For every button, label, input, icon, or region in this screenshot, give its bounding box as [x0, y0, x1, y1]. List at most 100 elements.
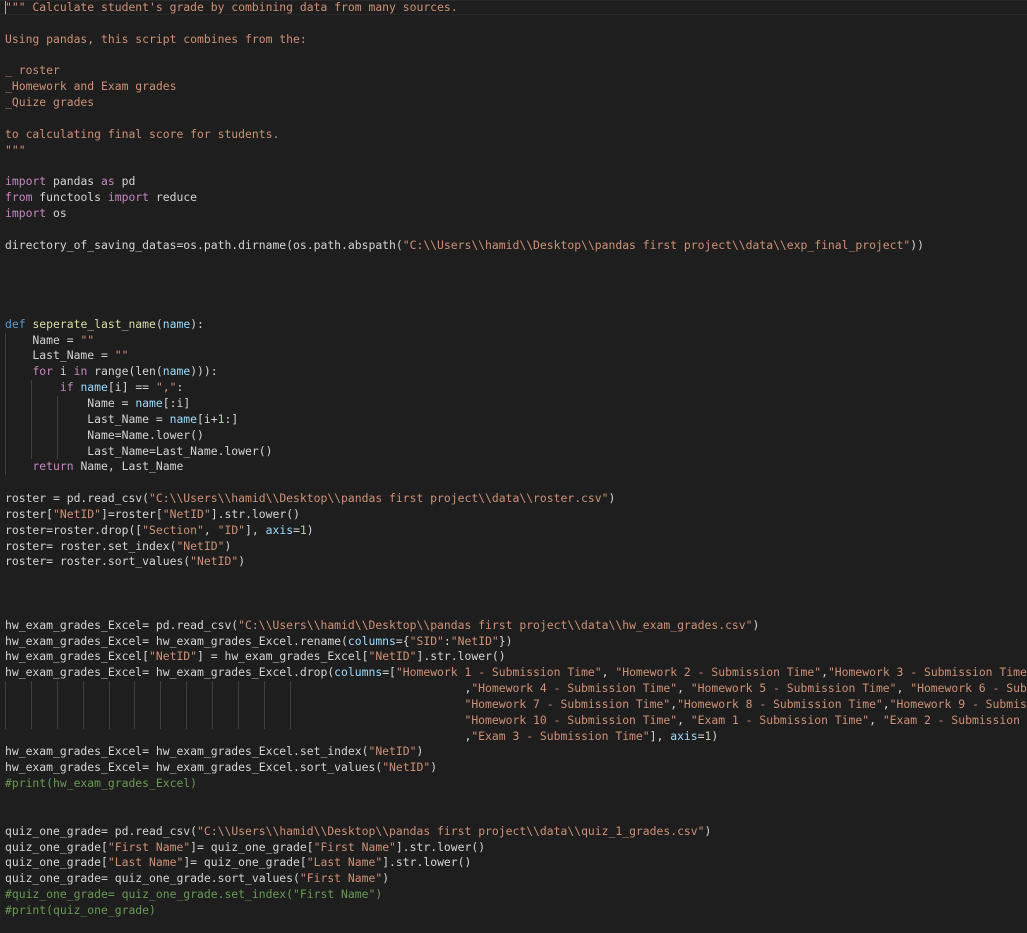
code-token: _ roster — [5, 63, 60, 78]
code-line[interactable]: roster=roster.drop(["Section", "ID"], ax… — [5, 523, 314, 539]
code-line[interactable]: "Homework 7 - Submission Time","Homework… — [5, 697, 1027, 713]
code-line[interactable]: quiz_one_grade= pd.read_csv("C:\\Users\\… — [5, 824, 711, 840]
code-line[interactable]: return Name, Last_Name — [5, 459, 183, 475]
code-line[interactable]: """ Calculate student's grade by combini… — [5, 0, 458, 16]
code-token: pandas — [46, 174, 102, 189]
code-line[interactable]: roster = pd.read_csv("C:\\Users\\hamid\\… — [5, 491, 615, 507]
code-token: ) — [306, 522, 314, 537]
code-token: "ID" — [217, 522, 246, 537]
code-token: "NetID" — [190, 554, 239, 569]
code-token: hw_exam_grades_Excel[ — [5, 649, 150, 664]
code-line[interactable]: Name = "" — [5, 333, 94, 349]
code-token: "Homework 10 - Submission Time" — [464, 712, 678, 727]
code-token: ={ — [395, 633, 410, 648]
code-line[interactable]: from functools import reduce — [5, 190, 197, 206]
code-token: roster= roster.sort_values( — [5, 554, 191, 569]
code-line[interactable]: _Homework and Exam grades — [5, 79, 176, 95]
code-token: ]= quiz_one_grade[ — [183, 855, 307, 870]
code-line[interactable]: hw_exam_grades_Excel= pd.read_csv("C:\\U… — [5, 618, 759, 634]
code-token: to calculating final score for students. — [5, 126, 280, 141]
code-token: seperate_last_name — [32, 316, 156, 331]
code-token: , — [821, 665, 828, 680]
code-token: "NetID" — [162, 506, 211, 521]
code-token: Name = — [5, 396, 136, 410]
code-line[interactable]: hw_exam_grades_Excel= hw_exam_grades_Exc… — [5, 665, 1027, 681]
code-line[interactable]: hw_exam_grades_Excel["NetID"] = hw_exam_… — [5, 649, 506, 665]
code-token: ]=roster[ — [101, 506, 163, 521]
code-token: i — [53, 364, 74, 379]
code-token: "Homework 9 - Submission Time" — [889, 696, 1027, 711]
code-token: for — [32, 364, 54, 379]
code-token: os — [46, 205, 67, 220]
code-line[interactable]: Last_Name=Last_Name.lower() — [5, 444, 272, 460]
code-line[interactable]: "Homework 10 - Submission Time", "Exam 1… — [5, 713, 1027, 729]
code-line[interactable]: quiz_one_grade["First Name"]= quiz_one_g… — [5, 840, 485, 856]
code-token: , — [203, 522, 218, 537]
code-line[interactable]: import pandas as pd — [5, 174, 135, 190]
code-token: ) — [608, 491, 616, 506]
code-line[interactable]: to calculating final score for students. — [5, 127, 279, 143]
code-token: axis — [265, 522, 294, 537]
code-token: : — [176, 380, 184, 395]
code-token: ) — [224, 538, 232, 553]
code-token: name — [162, 364, 191, 379]
code-line[interactable]: if name[i] == ",": — [5, 380, 183, 396]
code-token: import — [107, 190, 150, 205]
code-token: "NetID" — [382, 760, 431, 775]
code-token: roster = pd.read_csv( — [5, 491, 150, 506]
code-token: hw_exam_grades_Excel= hw_exam_grades_Exc… — [5, 760, 383, 775]
code-line[interactable]: roster= roster.sort_values("NetID") — [5, 554, 245, 570]
code-token: ].str.lower() — [416, 649, 506, 664]
code-token: ].str.lower() — [210, 506, 300, 521]
code-token: ))): — [190, 364, 218, 379]
code-line[interactable]: for i in range(len(name))): — [5, 364, 218, 380]
code-token: "Homework 7 - Submission Time" — [464, 696, 671, 711]
code-line[interactable]: Name = name[:i] — [5, 396, 190, 412]
code-line[interactable]: _Quize grades — [5, 95, 94, 111]
code-token: """ Calculate student's grade by combini… — [5, 0, 458, 14]
code-line[interactable]: directory_of_saving_datas=os.path.dirnam… — [5, 238, 924, 254]
code-line[interactable]: def seperate_last_name(name): — [5, 317, 204, 333]
code-token: Last_Name = — [5, 411, 170, 426]
code-line[interactable]: """ — [5, 143, 26, 159]
code-line[interactable]: ,"Homework 4 - Submission Time", "Homewo… — [5, 681, 1027, 697]
code-token: "First Name" — [107, 839, 191, 854]
code-token: "Homework 5 - Submission Time" — [690, 681, 897, 696]
code-line[interactable]: #print(quiz_one_grade) — [5, 903, 156, 919]
code-line[interactable]: ,"Exam 3 - Submission Time"], axis=1) — [5, 729, 718, 745]
code-token: ) — [430, 760, 438, 775]
code-line[interactable]: import os — [5, 206, 67, 222]
code-line[interactable]: hw_exam_grades_Excel= hw_exam_grades_Exc… — [5, 760, 437, 776]
code-token: columns — [347, 633, 396, 648]
code-token: ], — [649, 728, 671, 743]
code-line[interactable]: hw_exam_grades_Excel= hw_exam_grades_Exc… — [5, 634, 513, 650]
code-editor[interactable]: """ Calculate student's grade by combini… — [0, 0, 1027, 933]
code-line[interactable]: #quiz_one_grade= quiz_one_grade.set_inde… — [5, 887, 382, 903]
code-line[interactable]: roster["NetID"]=roster["NetID"].str.lowe… — [5, 507, 300, 523]
code-token: "Homework 6 - Submission Time" — [910, 681, 1027, 696]
code-token: pd — [114, 174, 136, 189]
code-line[interactable]: Using pandas, this script combines from … — [5, 32, 307, 48]
code-line[interactable]: roster= roster.set_index("NetID") — [5, 539, 231, 555]
code-line[interactable]: Last_Name = "" — [5, 348, 128, 364]
code-token: hw_exam_grades_Excel= hw_exam_grades_Exc… — [5, 665, 335, 680]
code-token: ) — [238, 554, 246, 569]
code-token: in — [73, 364, 88, 379]
code-token: ] = hw_exam_grades_Excel[ — [197, 649, 369, 664]
code-token: Name=Name.lower() — [5, 427, 204, 442]
code-token: from — [5, 190, 33, 205]
code-line[interactable]: _ roster — [5, 63, 60, 79]
code-token: )) — [910, 237, 924, 252]
code-line[interactable]: quiz_one_grade= quiz_one_grade.sort_valu… — [5, 871, 389, 887]
code-token: = — [293, 522, 300, 537]
code-token: ].str.lower() — [382, 855, 472, 870]
code-line[interactable]: hw_exam_grades_Excel= hw_exam_grades_Exc… — [5, 744, 423, 760]
code-line[interactable]: Name=Name.lower() — [5, 428, 204, 444]
code-line[interactable]: Last_Name = name[i+1:] — [5, 412, 238, 428]
code-token: "NetID" — [368, 744, 417, 759]
code-line[interactable]: quiz_one_grade["Last Name"]= quiz_one_gr… — [5, 855, 471, 871]
code-token: , — [5, 728, 472, 743]
code-token: =[ — [382, 665, 396, 680]
code-line[interactable]: #print(hw_exam_grades_Excel) — [5, 776, 197, 792]
